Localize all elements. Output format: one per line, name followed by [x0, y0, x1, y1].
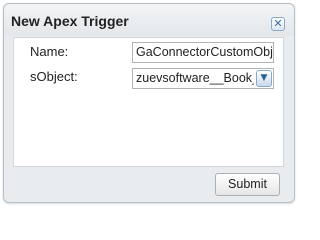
chevron-down-icon[interactable]: ▼ [256, 70, 272, 87]
new-apex-trigger-dialog: New Apex Trigger ✕ Name: GaConnectorCust… [3, 3, 295, 203]
sobject-select-value: zuevsoftware__Book__c [136, 71, 254, 85]
submit-button[interactable]: Submit [215, 173, 280, 196]
dialog-footer: Submit [4, 167, 294, 202]
close-icon[interactable]: ✕ [271, 17, 285, 31]
name-label: Name: [30, 44, 69, 59]
name-input[interactable]: GaConnectorCustomObject [132, 42, 274, 63]
dialog-title-bar: New Apex Trigger ✕ [4, 4, 294, 36]
dialog-title: New Apex Trigger [11, 13, 129, 29]
sobject-label: sObject: [30, 69, 78, 84]
form-panel: Name: GaConnectorCustomObject sObject: z… [13, 37, 284, 167]
sobject-select[interactable]: zuevsoftware__Book__c ▼ [132, 68, 274, 89]
